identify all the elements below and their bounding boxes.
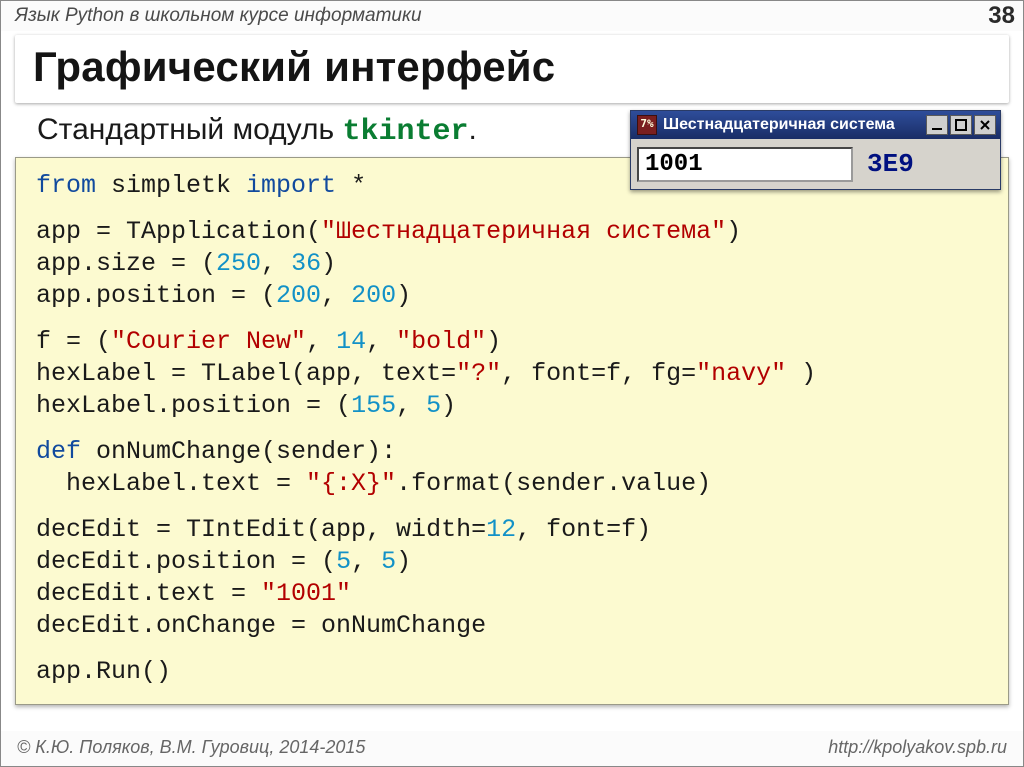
maximize-icon[interactable] — [950, 115, 972, 135]
window-buttons — [926, 115, 996, 135]
code-line: decEdit.text = "1001" — [36, 578, 988, 610]
tkinter-titlebar: 7% Шестнадцатеричная система — [631, 111, 1000, 139]
page-number: 38 — [988, 2, 1015, 30]
code-line: app.position = (200, 200) — [36, 280, 988, 312]
tkinter-window-title: Шестнадцатеричная система — [663, 116, 926, 134]
code-line: app = TApplication("Шестнадцатеричная си… — [36, 216, 988, 248]
tkinter-window: 7% Шестнадцатеричная система 1001 3E9 — [630, 110, 1001, 190]
code-line: f = ("Courier New", 14, "bold") — [36, 326, 988, 358]
subtitle-module: tkinter — [342, 115, 468, 149]
code-block: from simpletk import * app = TApplicatio… — [15, 157, 1009, 705]
subtitle-prefix: Стандартный модуль — [37, 113, 342, 146]
minimize-icon[interactable] — [926, 115, 948, 135]
code-line: hexLabel.text = "{:X}".format(sender.val… — [36, 468, 988, 500]
hex-output-label: 3E9 — [867, 149, 914, 179]
tkinter-client-area: 1001 3E9 — [631, 139, 1000, 189]
code-line: app.size = (250, 36) — [36, 248, 988, 280]
subtitle-suffix: . — [469, 113, 477, 146]
code-line: hexLabel.position = (155, 5) — [36, 390, 988, 422]
tk-icon: 7% — [637, 115, 657, 135]
header-bar: Язык Python в школьном курсе информатики… — [1, 1, 1023, 31]
page-title: Графический интерфейс — [33, 43, 991, 91]
code-line: decEdit.position = (5, 5) — [36, 546, 988, 578]
slide: Язык Python в школьном курсе информатики… — [0, 0, 1024, 767]
code-line: decEdit.onChange = onNumChange — [36, 610, 988, 642]
footer-url: http://kpolyakov.spb.ru — [828, 737, 1007, 758]
code-line: app.Run() — [36, 656, 988, 688]
footer-copyright: © К.Ю. Поляков, В.М. Гуровиц, 2014-2015 — [17, 737, 365, 758]
code-line: def onNumChange(sender): — [36, 436, 988, 468]
code-line: decEdit = TIntEdit(app, width=12, font=f… — [36, 514, 988, 546]
code-line: hexLabel = TLabel(app, text="?", font=f,… — [36, 358, 988, 390]
decimal-input[interactable]: 1001 — [637, 147, 853, 182]
close-icon[interactable] — [974, 115, 996, 135]
title-card: Графический интерфейс — [15, 35, 1009, 103]
breadcrumb: Язык Python в школьном курсе информатики — [15, 5, 422, 27]
footer-bar: © К.Ю. Поляков, В.М. Гуровиц, 2014-2015 … — [1, 731, 1023, 766]
